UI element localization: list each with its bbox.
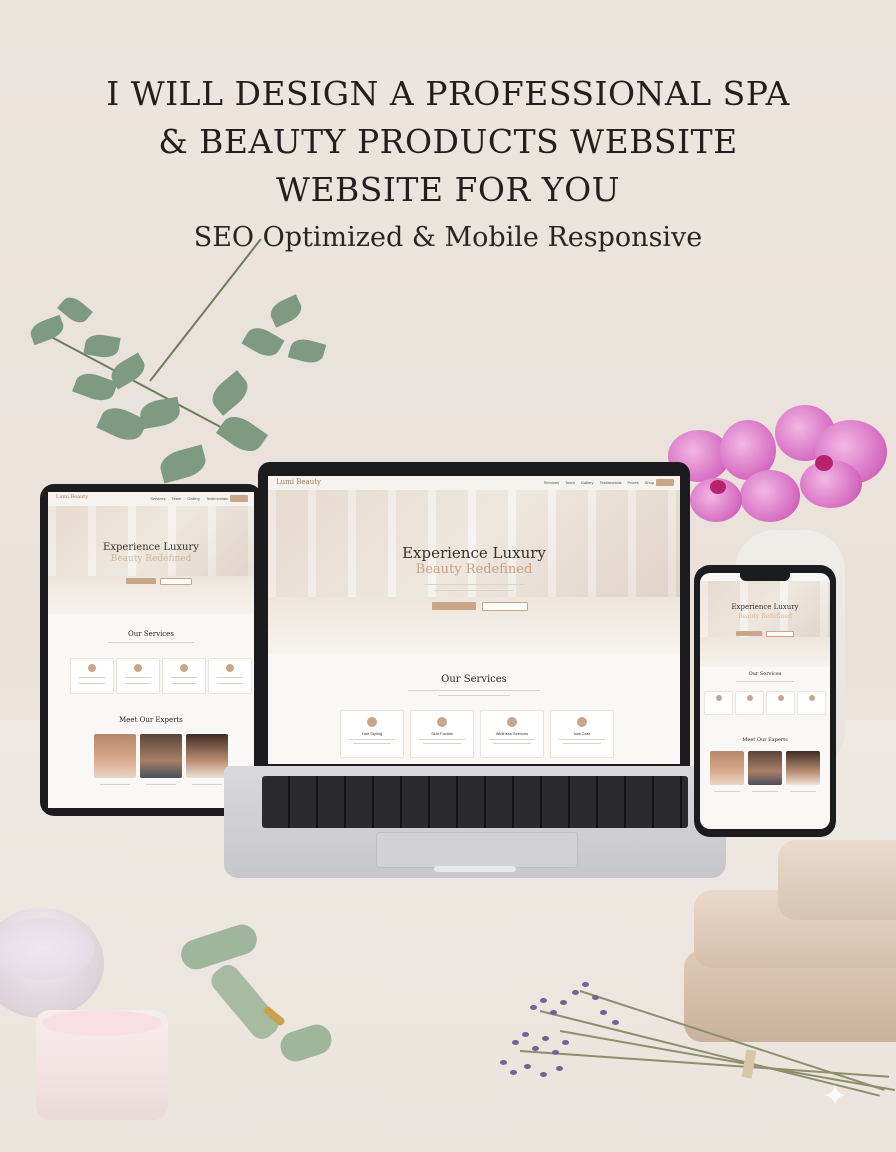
heading-subtitle: SEO Optimized & Mobile Responsive — [193, 222, 703, 253]
phone-service-card[interactable] — [766, 691, 795, 715]
phone-hero-subtitle: Beauty Redefined — [738, 613, 792, 620]
laptop-nav-prices[interactable]: Prices — [628, 480, 639, 485]
phone-notch — [740, 573, 790, 581]
phone-hero-secondary-button[interactable] — [766, 631, 794, 637]
tablet-service-card[interactable] — [116, 658, 160, 694]
phone-screen: Experience Luxury Beauty Redefined Our S… — [700, 573, 830, 829]
tablet-nav-services[interactable]: Services — [150, 496, 165, 501]
tablet-hero-secondary-button[interactable] — [160, 578, 192, 585]
tablet-hero-title: Experience Luxury — [103, 542, 199, 553]
phone-services-title: Our Services — [748, 671, 782, 677]
tablet-hero-primary-button[interactable] — [126, 578, 156, 584]
laptop-nav-services[interactable]: Services — [544, 480, 559, 485]
laptop-service-card-hair[interactable]: Hair Styling — [340, 710, 404, 758]
phone-hero: Experience Luxury Beauty Redefined — [700, 581, 830, 667]
phone-hero-primary-button[interactable] — [736, 631, 762, 636]
tablet-nav-team[interactable]: Team — [172, 496, 182, 501]
laptop-service-card-wellness[interactable]: Wellness Services — [480, 710, 544, 758]
laptop-hero-secondary-button[interactable] — [482, 602, 528, 611]
tablet-experts-title: Meet Our Experts — [119, 716, 183, 724]
sparkle-icon: ✦ — [822, 1079, 848, 1114]
phone-hero-title: Experience Luxury — [731, 603, 799, 611]
laptop-nav-team[interactable]: Team — [565, 480, 575, 485]
laptop-logo: Lumi Beauty — [276, 478, 321, 486]
tablet-hero-subtitle: Beauty Redefined — [110, 554, 192, 564]
phone-service-card[interactable] — [735, 691, 764, 715]
expert-photo — [94, 734, 136, 778]
service-label: Nail Care — [573, 731, 591, 736]
phone-experts-title: Meet Our Experts — [742, 737, 788, 743]
laptop-trackpad — [376, 832, 578, 868]
tablet-nav-gallery[interactable]: Gallery — [187, 496, 200, 501]
heading-line-3: WEBSITE FOR YOU — [276, 170, 620, 209]
tablet-logo: Lumi Beauty — [56, 494, 89, 500]
laptop-nav-testimonials[interactable]: Testimonials — [600, 480, 622, 485]
tablet-service-card[interactable] — [162, 658, 206, 694]
laptop-mockup: Lumi Beauty Services Team Gallery Testim… — [258, 462, 690, 768]
tablet-nav: Lumi Beauty Services Team Gallery Testim… — [48, 492, 254, 507]
tablet-nav-testimonials[interactable]: Testimonials — [206, 496, 228, 501]
laptop-service-card-nails[interactable]: Nail Care — [550, 710, 614, 758]
laptop-nav: Lumi Beauty Services Team Gallery Testim… — [268, 476, 680, 491]
laptop-hero-subtitle: Beauty Redefined — [415, 562, 533, 577]
laptop-screen: Lumi Beauty Services Team Gallery Testim… — [268, 476, 680, 764]
laptop-hero-primary-button[interactable] — [432, 602, 476, 610]
service-label: Wellness Services — [495, 731, 529, 736]
laptop-hero-title: Experience Luxury — [402, 544, 546, 562]
phone-service-card[interactable] — [797, 691, 826, 715]
phone-service-card[interactable] — [704, 691, 733, 715]
phone-mockup: Experience Luxury Beauty Redefined Our S… — [694, 565, 836, 837]
promo-heading: I WILL DESIGN A PROFESSIONAL SPA & BEAUT… — [0, 70, 896, 260]
expert-photo — [748, 751, 782, 785]
tablet-screen: Lumi Beauty Services Team Gallery Testim… — [48, 492, 254, 808]
laptop-nav-gallery[interactable]: Gallery — [581, 480, 594, 485]
heading-line-1: I WILL DESIGN A PROFESSIONAL SPA — [106, 74, 790, 113]
laptop-nav-cta-button[interactable] — [656, 479, 674, 486]
service-label: Hair Styling — [361, 731, 383, 736]
tablet-services-title: Our Services — [128, 630, 174, 638]
expert-photo — [710, 751, 744, 785]
expert-photo — [140, 734, 182, 778]
laptop-nav-shop[interactable]: Shop — [645, 480, 654, 485]
laptop-service-card-skin[interactable]: Skin Facials — [410, 710, 474, 758]
laptop-front-notch — [434, 866, 516, 872]
tablet-nav-cta-button[interactable] — [230, 495, 248, 502]
heading-line-2: & BEAUTY PRODUCTS WEBSITE — [158, 122, 738, 161]
expert-photo — [186, 734, 228, 778]
laptop-services-title: Our Services — [441, 674, 507, 685]
laptop-hero: Experience Luxury Beauty Redefined — [268, 490, 680, 654]
tablet-service-card[interactable] — [70, 658, 114, 694]
service-label: Skin Facials — [431, 731, 453, 736]
expert-photo — [786, 751, 820, 785]
tablet-service-card[interactable] — [208, 658, 252, 694]
tablet-hero: Experience Luxury Beauty Redefined — [48, 506, 254, 614]
laptop-keyboard — [262, 776, 688, 828]
